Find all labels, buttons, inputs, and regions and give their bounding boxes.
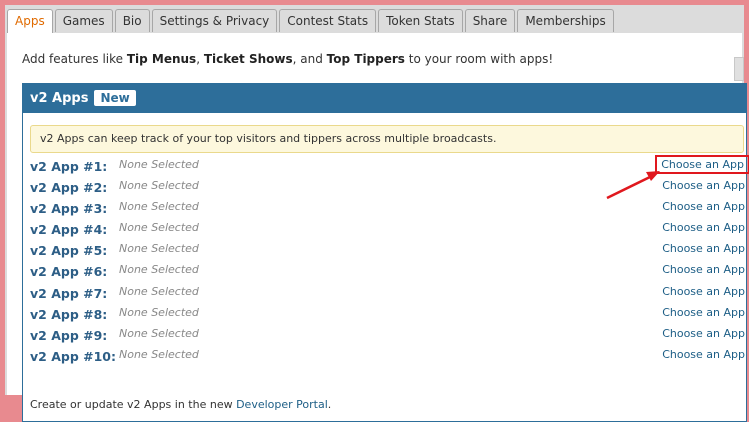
- arrow-head: [646, 171, 660, 181]
- arrow-shaft: [606, 174, 653, 200]
- annotation-arrow: [606, 171, 660, 200]
